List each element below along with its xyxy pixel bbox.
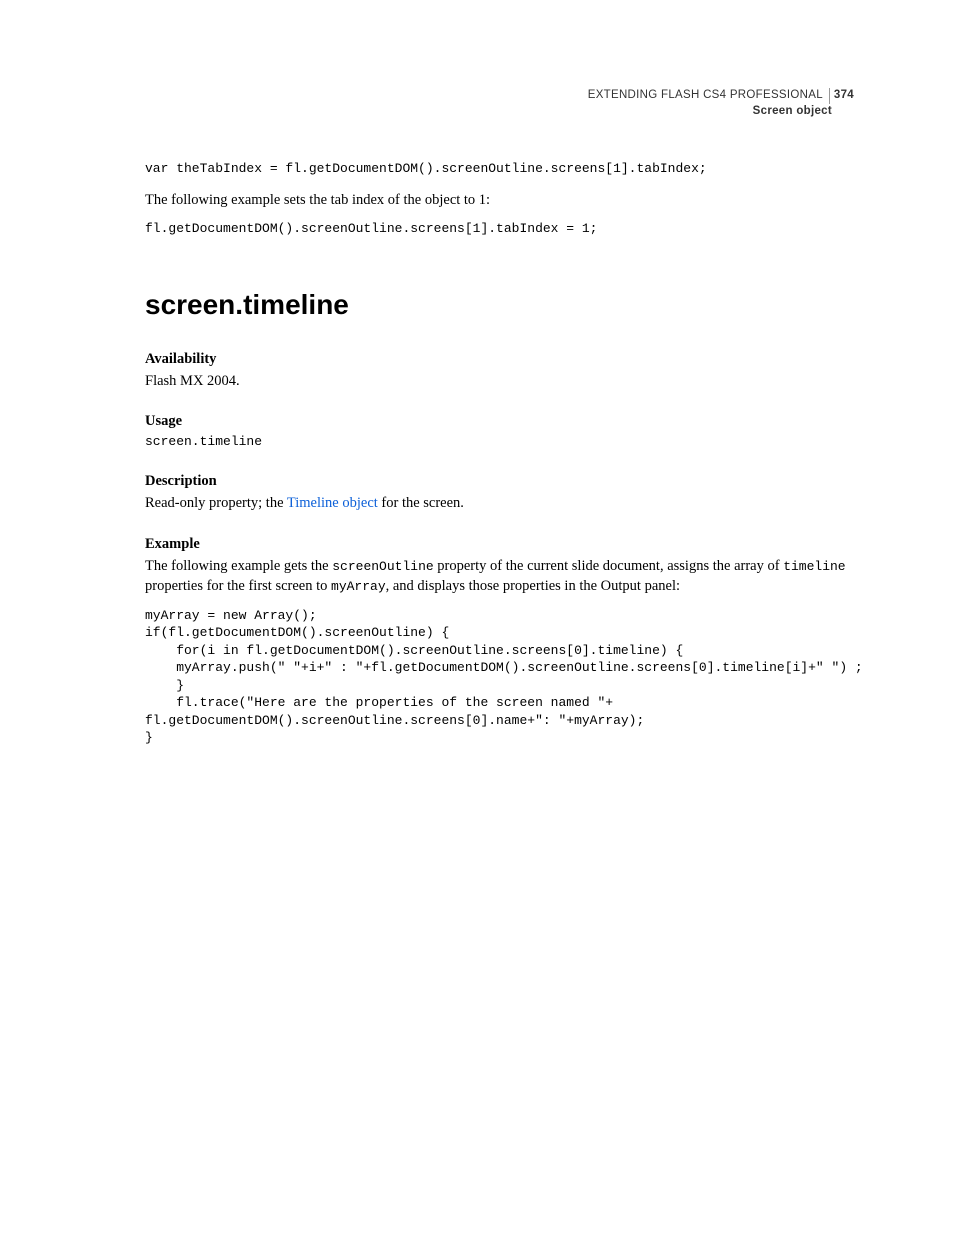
example-post: , and displays those properties in the O… (386, 578, 680, 594)
code-block-tabindex-set: fl.getDocumentDOM().screenOutline.screen… (145, 220, 854, 238)
label-description: Description (145, 471, 854, 491)
inline-code-timeline: timeline (783, 559, 845, 574)
header-line-1: EXTENDING FLASH CS4 PROFESSIONAL374 (588, 88, 854, 104)
book-title: EXTENDING FLASH CS4 PROFESSIONAL (588, 88, 830, 104)
label-example: Example (145, 534, 854, 554)
description-post: for the screen. (378, 495, 464, 511)
paragraph-set-tabindex: The following example sets the tab index… (145, 190, 854, 210)
example-mid1: property of the current slide document, … (434, 558, 784, 574)
inline-code-screenoutline: screenOutline (332, 559, 433, 574)
api-heading: screen.timeline (145, 285, 854, 324)
code-usage: screen.timeline (145, 433, 854, 451)
page-content: var theTabIndex = fl.getDocumentDOM().sc… (145, 160, 854, 747)
text-availability: Flash MX 2004. (145, 371, 854, 391)
label-usage: Usage (145, 411, 854, 431)
link-timeline-object[interactable]: Timeline object (287, 495, 378, 511)
text-example-intro: The following example gets the screenOut… (145, 556, 854, 597)
code-block-example: myArray = new Array(); if(fl.getDocument… (145, 607, 854, 747)
example-mid2: properties for the first screen to (145, 578, 331, 594)
description-pre: Read-only property; the (145, 495, 287, 511)
page-number: 374 (830, 89, 854, 101)
code-block-tabindex-get: var theTabIndex = fl.getDocumentDOM().sc… (145, 160, 854, 178)
inline-code-myarray: myArray (331, 579, 386, 594)
running-header: EXTENDING FLASH CS4 PROFESSIONAL374 Scre… (588, 88, 854, 119)
text-description: Read-only property; the Timeline object … (145, 493, 854, 513)
example-pre: The following example gets the (145, 558, 332, 574)
label-availability: Availability (145, 349, 854, 369)
page: EXTENDING FLASH CS4 PROFESSIONAL374 Scre… (0, 0, 954, 1235)
header-section: Screen object (588, 104, 854, 120)
